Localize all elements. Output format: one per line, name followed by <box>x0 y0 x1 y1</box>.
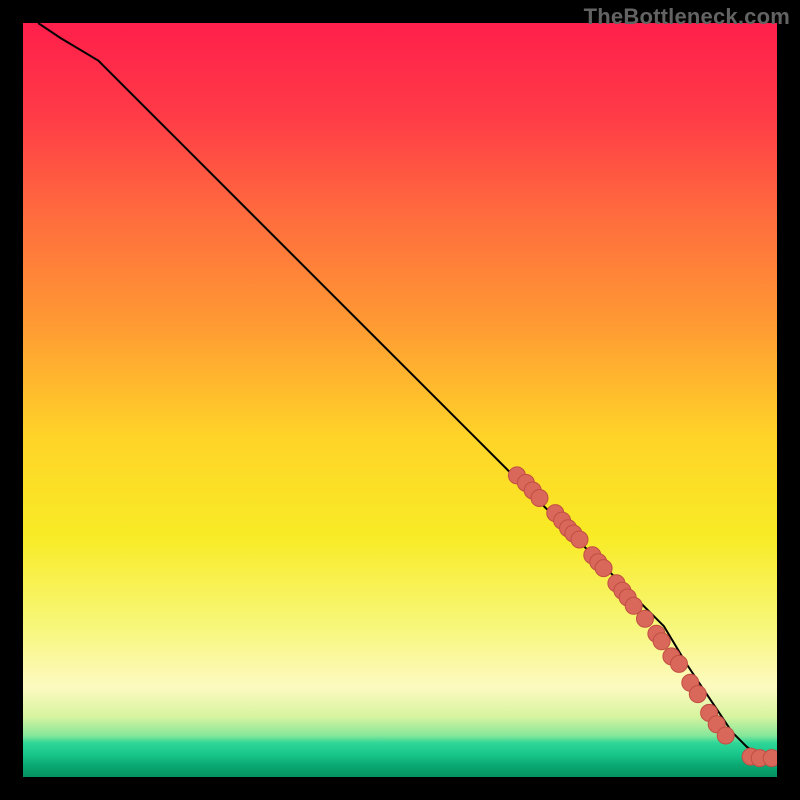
data-marker <box>717 727 734 744</box>
plot-frame <box>23 23 777 777</box>
plot-svg <box>23 23 777 777</box>
data-marker <box>531 490 548 507</box>
plot-background <box>23 23 777 777</box>
data-marker <box>653 633 670 650</box>
watermark-text: TheBottleneck.com <box>584 4 790 30</box>
data-marker <box>671 655 688 672</box>
chart-stage: TheBottleneck.com <box>0 0 800 800</box>
data-marker <box>595 560 612 577</box>
data-marker <box>571 531 588 548</box>
data-marker <box>763 750 777 767</box>
data-marker <box>637 610 654 627</box>
data-marker <box>689 686 706 703</box>
